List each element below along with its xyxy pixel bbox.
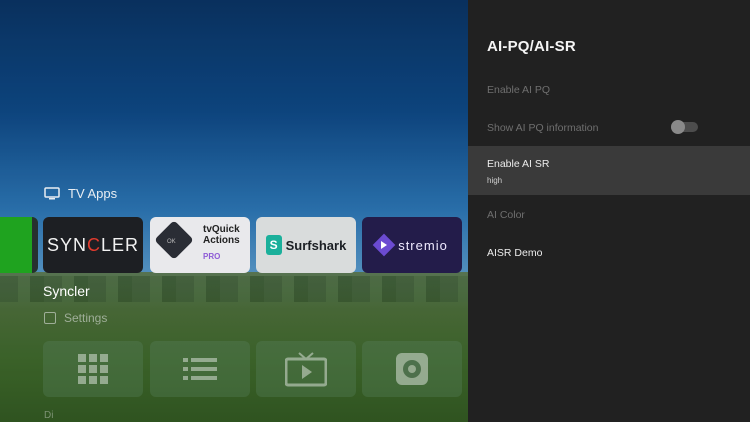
syncler-logo: SYNCLER	[46, 234, 140, 255]
tvquick-title: tvQuick Actions	[203, 224, 240, 246]
row-title-label: TV Apps	[68, 186, 118, 201]
app-tile-tvquick-actions[interactable]: OK tvQuick Actions PRO	[150, 217, 250, 273]
stremio-label: stremio	[398, 237, 448, 253]
surfshark-label: Surfshark	[285, 237, 347, 253]
app-tile-stremio[interactable]: stremio	[362, 217, 462, 273]
app-tile-syncler[interactable]: SYNCLER	[43, 217, 143, 273]
menu-item-aisr-demo[interactable]: AISR Demo	[468, 237, 750, 267]
focused-app-name: Syncler	[43, 283, 90, 299]
list-icon	[183, 358, 217, 380]
settings-row-label: Settings	[64, 311, 108, 325]
menu-item-enable-ai-sr[interactable]: Enable AI SR high	[468, 146, 750, 195]
tv-apps-row-title: TV Apps	[44, 186, 117, 201]
settings-row-title: Settings	[44, 311, 107, 325]
settings-side-panel: AI-PQ/AI-SR Enable AI PQ Show AI PQ info…	[468, 0, 750, 422]
settings-icon	[44, 312, 56, 324]
tv-play-icon	[285, 352, 327, 387]
apps-grid-icon	[78, 354, 108, 384]
surfshark-logo-icon: S	[265, 235, 282, 255]
ai-sr-value: high	[487, 176, 503, 185]
app-tile-surfshark[interactable]: S Surfshark	[256, 217, 356, 273]
apps-grid-button[interactable]	[43, 341, 143, 397]
background-landscape: TV Apps SYNCLER OK tvQuick Actions PRO S…	[0, 0, 470, 422]
show-ai-pq-toggle[interactable]	[671, 120, 698, 134]
list-button[interactable]	[150, 341, 250, 397]
settings-button[interactable]	[362, 341, 462, 397]
bottom-row-title-partial: Di	[44, 410, 54, 421]
tv-play-button[interactable]	[256, 341, 356, 397]
tvquick-pro-label: PRO	[203, 252, 221, 261]
menu-item-enable-ai-pq[interactable]: Enable AI PQ	[468, 74, 750, 104]
stremio-logo-icon	[372, 233, 396, 257]
menu-item-ai-color[interactable]: AI Color	[468, 199, 750, 229]
tv-icon	[44, 187, 60, 200]
app-tile-partial[interactable]	[0, 217, 38, 273]
panel-title: AI-PQ/AI-SR	[487, 38, 576, 55]
menu-item-show-ai-pq-info[interactable]: Show AI PQ information	[468, 112, 750, 142]
settings-gear-icon	[396, 353, 428, 385]
